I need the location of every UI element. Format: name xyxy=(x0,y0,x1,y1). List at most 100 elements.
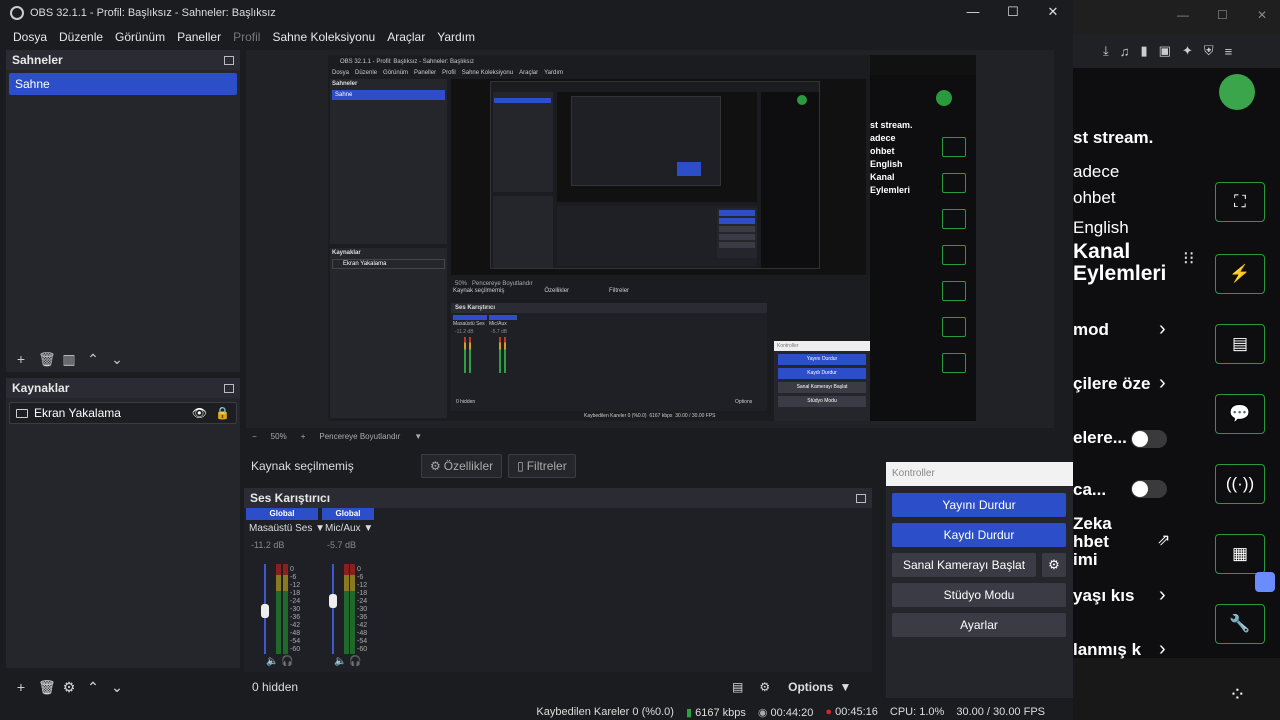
add-icon[interactable]: + xyxy=(14,679,28,695)
capture-hidden: 0 hidden xyxy=(456,399,476,405)
lightning-icon[interactable]: ⚡ xyxy=(1215,254,1265,294)
float-dock-icon[interactable] xyxy=(856,493,866,503)
gear-icon[interactable]: ⚙ xyxy=(62,679,76,696)
speaker-icon[interactable]: 🔈 xyxy=(334,656,346,667)
external-link-icon[interactable]: ⇗ xyxy=(1157,530,1170,550)
menu-paneller[interactable]: Paneller xyxy=(177,30,221,44)
headphones-icon[interactable]: 🎧 xyxy=(281,656,293,667)
toggle-switch[interactable] xyxy=(1131,480,1167,498)
avatar[interactable] xyxy=(1219,74,1255,110)
float-dock-icon[interactable] xyxy=(224,55,234,65)
volume-fader[interactable] xyxy=(332,564,334,654)
capture-kbps: 6167 kbps xyxy=(649,413,673,419)
broadcast-icon[interactable]: ((·)) xyxy=(1215,464,1265,504)
move-down-icon[interactable]: ⌄ xyxy=(110,351,124,368)
menu-icon[interactable]: ≡ xyxy=(1225,44,1233,59)
remove-icon[interactable]: 🗑 xyxy=(38,679,56,696)
chat-line: ohbet xyxy=(1073,188,1116,207)
chevron-down-icon[interactable]: ▼ xyxy=(839,680,851,694)
scene-item[interactable]: Sahne xyxy=(9,73,237,95)
remove-scene-icon[interactable]: 🗑 xyxy=(38,351,56,368)
virtual-camera-settings-icon[interactable]: ⚙ xyxy=(1042,553,1066,577)
source-item[interactable]: Ekran Yakalama 👁 🔒 xyxy=(9,402,237,424)
apps-icon[interactable]: ⁘ xyxy=(1229,682,1246,707)
layout-icon[interactable]: ▤ xyxy=(732,680,743,694)
chevron-right-icon[interactable]: › xyxy=(1159,372,1166,395)
controls-title: Kontroller xyxy=(886,462,1073,486)
layout-icon[interactable]: ▦ xyxy=(1215,534,1265,574)
filters-button[interactable]: ▯ Filtreler xyxy=(508,454,576,478)
channel-name[interactable]: Mic/Aux ▼ xyxy=(322,523,394,534)
zoom-out-icon[interactable]: − xyxy=(252,432,257,441)
channel-name-label: Mic/Aux xyxy=(325,523,361,534)
capture-props: Özellikler xyxy=(544,288,570,294)
scene-filters-icon[interactable]: ▥ xyxy=(62,351,76,368)
headphones-icon[interactable]: 🎧 xyxy=(349,656,361,667)
visibility-eye-icon[interactable]: 👁 xyxy=(192,406,207,420)
toggle-switch[interactable] xyxy=(1131,430,1167,448)
studio-mode-button[interactable]: Stüdyo Modu xyxy=(892,583,1066,607)
clip-icon[interactable]: ⛶ xyxy=(1215,182,1265,222)
window-title: OBS 32.1.1 - Profil: Başlıksız - Sahnele… xyxy=(30,7,276,19)
chevron-right-icon[interactable]: › xyxy=(1159,318,1166,341)
stop-stream-button[interactable]: Yayını Durdur xyxy=(892,493,1066,517)
chat-line: mod xyxy=(1073,320,1109,339)
stop-recording-button[interactable]: Kaydı Durdur xyxy=(892,523,1066,547)
float-dock-icon[interactable] xyxy=(224,383,234,393)
source-label: Ekran Yakalama xyxy=(34,406,121,420)
add-scene-icon[interactable]: + xyxy=(14,351,28,367)
chevron-right-icon[interactable]: › xyxy=(1159,638,1166,661)
fps: 30.00 / 30.00 FPS xyxy=(956,706,1045,718)
chat-line: adece xyxy=(1073,162,1120,181)
shield-icon[interactable]: ⛨ xyxy=(1204,43,1214,59)
menu-gorunum[interactable]: Görünüm xyxy=(115,30,165,44)
extensions-icon[interactable]: ✦ xyxy=(1182,43,1193,59)
menu-sahne-koleksiyonu[interactable]: Sahne Koleksiyonu xyxy=(272,30,375,44)
menu-araclar[interactable]: Araçlar xyxy=(387,30,425,44)
close-icon[interactable]: ✕ xyxy=(1257,8,1267,22)
menu-profil[interactable]: Profil xyxy=(233,30,260,44)
zoom-in-icon[interactable]: + xyxy=(301,432,306,441)
menu-yardim[interactable]: Yardım xyxy=(437,30,475,44)
move-down-icon[interactable]: ⌄ xyxy=(110,679,124,696)
fit-to-window[interactable]: Pencereye Boyutlandır xyxy=(319,432,400,441)
sidebar-icon[interactable]: ▮ xyxy=(1141,43,1148,59)
move-up-icon[interactable]: ⌃ xyxy=(86,679,100,696)
options-button[interactable]: Options xyxy=(788,680,833,694)
channel-icons: 🔈 🎧 xyxy=(266,656,294,667)
fader-knob[interactable] xyxy=(261,604,269,618)
translate-icon[interactable] xyxy=(1255,572,1275,592)
fader-knob[interactable] xyxy=(329,594,337,608)
menu-duzenle[interactable]: Düzenle xyxy=(59,30,103,44)
capture-menu-item: Dosya xyxy=(332,70,350,76)
drag-handle-icon[interactable]: ⁝⁝ xyxy=(1183,248,1194,269)
notes-icon[interactable]: ▤ xyxy=(1215,324,1265,364)
preview-area[interactable]: OBS 32.1.1 - Profil: Başlıksız - Sahnele… xyxy=(246,50,1054,428)
settings-button[interactable]: Ayarlar xyxy=(892,613,1066,637)
move-up-icon[interactable]: ⌃ xyxy=(86,351,100,368)
capture-menu-item: Paneller xyxy=(414,70,437,76)
mixer-settings-icon[interactable]: ⚙ xyxy=(759,680,770,694)
download-icon[interactable]: ⤓ xyxy=(1103,43,1109,59)
zoom-level: 50% xyxy=(270,431,287,441)
channel-name[interactable]: Masaüstü Ses ▼ xyxy=(246,523,325,534)
chevron-down-icon[interactable]: ▼ xyxy=(414,432,422,441)
wallet-icon[interactable]: ▣ xyxy=(1159,43,1171,59)
sources-dock: Kaynaklar Ekran Yakalama 👁 🔒 + 🗑 ⚙ ⌃ ⌄ xyxy=(6,378,240,695)
speaker-icon[interactable]: 🔈 xyxy=(266,656,278,667)
start-virtual-camera-button[interactable]: Sanal Kamerayı Başlat xyxy=(892,553,1036,577)
menu-dosya[interactable]: Dosya xyxy=(13,30,47,44)
minimize-button[interactable]: — xyxy=(953,4,993,22)
properties-button[interactable]: ⚙ Özellikler xyxy=(421,454,503,478)
close-button[interactable]: ✕ xyxy=(1033,4,1073,22)
music-icon[interactable]: ♫ xyxy=(1120,44,1130,59)
chat-bubble-icon[interactable]: 💬 xyxy=(1215,394,1265,434)
minimize-icon[interactable]: — xyxy=(1177,8,1189,22)
maximize-icon[interactable]: ☐ xyxy=(1217,8,1228,22)
chevron-right-icon[interactable]: › xyxy=(1159,584,1166,607)
hidden-count[interactable]: 0 hidden xyxy=(252,680,732,694)
wrench-icon[interactable]: 🔧 xyxy=(1215,604,1265,644)
stream-time: ◉ 00:44:20 xyxy=(758,706,814,719)
lock-icon[interactable]: 🔒 xyxy=(215,406,230,420)
maximize-button[interactable]: ☐ xyxy=(993,4,1033,22)
